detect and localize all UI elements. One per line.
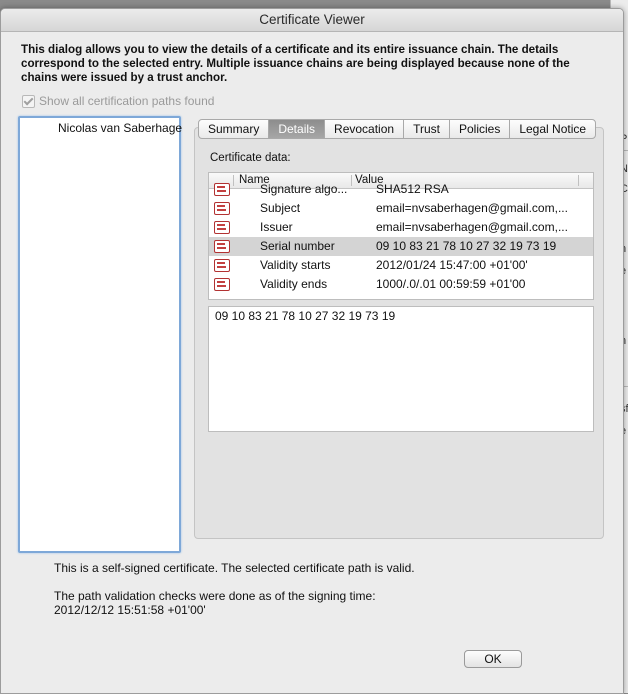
certificate-icon xyxy=(214,221,230,234)
field-name: Serial number xyxy=(260,239,335,253)
validation-timestamp: 2012/12/12 15:51:58 +01'00' xyxy=(54,603,206,617)
certificate-fields-table[interactable]: Name Value Signature algo... SHA512 RSA … xyxy=(208,172,594,300)
validation-description: The path validation checks were done as … xyxy=(54,589,376,603)
path-status-text: This is a self-signed certificate. The s… xyxy=(54,561,415,575)
details-panel: Certificate data: Name Value Signature a… xyxy=(194,127,604,539)
tab-revocation[interactable]: Revocation xyxy=(325,120,405,138)
tab-details[interactable]: Details xyxy=(269,120,326,138)
show-all-paths-checkbox[interactable]: Show all certification paths found xyxy=(22,94,214,108)
field-value: email=nvsaberhagen@gmail.com,... xyxy=(376,220,568,234)
certificate-icon xyxy=(214,183,230,196)
certificate-icon xyxy=(214,259,230,272)
table-row-validity-ends[interactable]: Validity ends 1000/.0/.01 00:59:59 +01'0… xyxy=(209,275,593,294)
tab-summary[interactable]: Summary xyxy=(199,120,270,138)
tab-policies[interactable]: Policies xyxy=(450,120,511,138)
certificate-icon xyxy=(214,278,230,291)
field-value: 1000/.0/.01 00:59:59 +01'00 xyxy=(376,277,526,291)
path-item-nicolas-van-saberhage[interactable]: Nicolas van Saberhage xyxy=(58,121,182,135)
validation-time-text: The path validation checks were done as … xyxy=(54,589,376,617)
field-name: Subject xyxy=(260,201,301,215)
certificate-data-label: Certificate data: xyxy=(210,152,291,164)
certificate-icon xyxy=(214,240,230,253)
tab-legal-notice[interactable]: Legal Notice xyxy=(510,120,595,138)
checkbox-check-icon xyxy=(22,94,35,108)
table-row-subject[interactable]: Subject email=nvsaberhagen@gmail.com,... xyxy=(209,199,593,218)
dialog-title: Certificate Viewer xyxy=(1,9,623,32)
field-name: Validity starts xyxy=(260,258,331,272)
certification-path-list[interactable]: Nicolas van Saberhage xyxy=(18,116,182,553)
selected-field-value: 09 10 83 21 78 10 27 32 19 73 19 xyxy=(215,309,396,323)
field-name: Validity ends xyxy=(260,277,328,291)
show-all-paths-label: Show all certification paths found xyxy=(39,94,215,108)
table-row-signature-algorithm[interactable]: Signature algo... SHA512 RSA xyxy=(209,180,593,199)
table-row-serial-number[interactable]: Serial number 09 10 83 21 78 10 27 32 19… xyxy=(209,237,593,256)
field-value: SHA512 RSA xyxy=(376,182,449,196)
details-tab-bar: Summary Details Revocation Trust Policie… xyxy=(198,119,597,139)
table-row-issuer[interactable]: Issuer email=nvsaberhagen@gmail.com,... xyxy=(209,218,593,237)
field-value: email=nvsaberhagen@gmail.com,... xyxy=(376,201,568,215)
field-name: Signature algo... xyxy=(260,182,348,196)
field-value: 09 10 83 21 78 10 27 32 19 73 19 xyxy=(376,239,557,253)
field-value-detail[interactable]: 09 10 83 21 78 10 27 32 19 73 19 xyxy=(208,306,594,432)
certificate-icon xyxy=(214,202,230,215)
field-name: Issuer xyxy=(260,220,293,234)
ok-button[interactable]: OK xyxy=(464,650,522,668)
field-value: 2012/01/24 15:47:00 +01'00' xyxy=(376,258,528,272)
certificate-viewer-dialog: Certificate Viewer This dialog allows yo… xyxy=(0,8,624,694)
table-row-validity-starts[interactable]: Validity starts 2012/01/24 15:47:00 +01'… xyxy=(209,256,593,275)
tab-trust[interactable]: Trust xyxy=(404,120,450,138)
intro-text: This dialog allows you to view the detai… xyxy=(21,43,570,84)
